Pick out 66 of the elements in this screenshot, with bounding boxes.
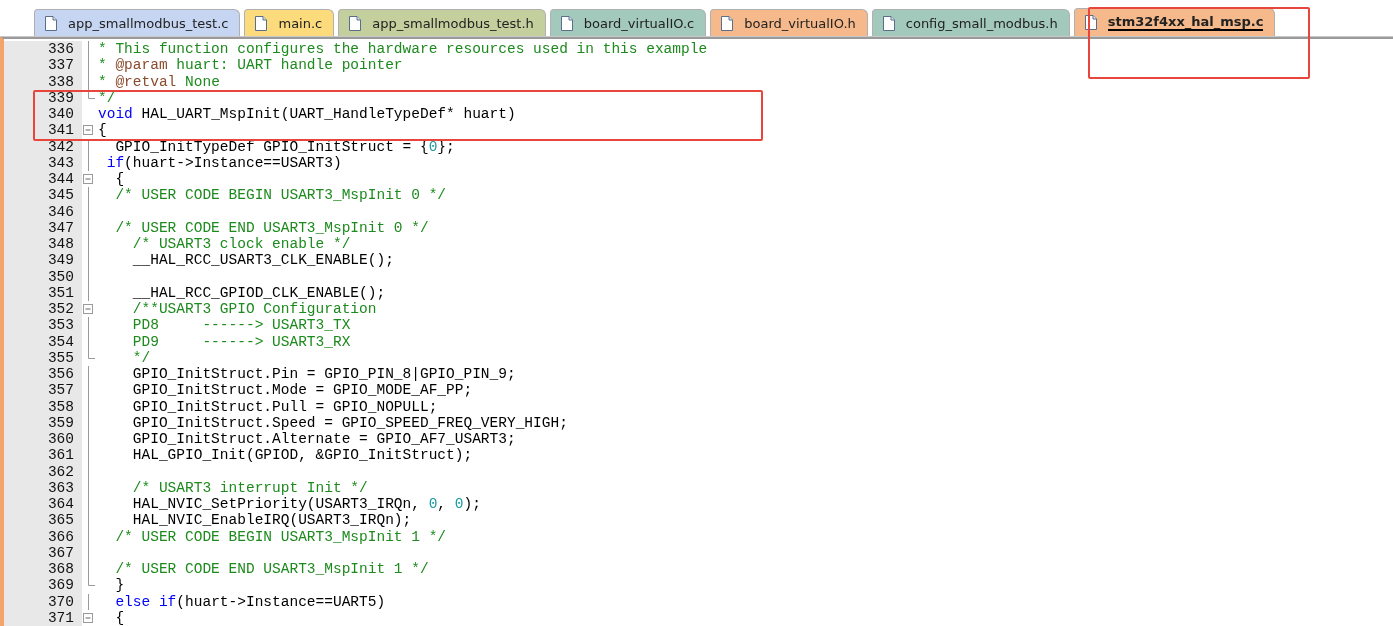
file-tab[interactable]: main.c xyxy=(244,9,335,36)
document-icon xyxy=(45,15,57,31)
document-icon xyxy=(560,15,573,31)
code-line: GPIO_InitStruct.Pin = GPIO_PIN_8|GPIO_PIN_9; xyxy=(131,366,516,383)
line-number: 352 xyxy=(4,301,82,318)
code-line: GPIO_InitStruct.Mode = GPIO_MODE_AF_PP; xyxy=(131,382,473,399)
line-number: 353 xyxy=(4,317,82,334)
document-icon xyxy=(349,15,362,31)
code-line: */ xyxy=(131,349,151,366)
code-line: { xyxy=(98,122,107,139)
code-line: { xyxy=(114,171,125,188)
line-number: 369 xyxy=(4,577,82,594)
file-tab[interactable]: app_smallmodbus_test.h xyxy=(338,9,546,36)
line-number: 364 xyxy=(4,496,82,513)
line-number: 348 xyxy=(4,236,82,253)
line-number: 357 xyxy=(4,382,82,399)
collapse-icon[interactable] xyxy=(83,304,93,314)
code-line: } xyxy=(114,577,125,594)
code-line: /* USART3 interrupt Init */ xyxy=(131,479,368,496)
file-tab[interactable]: board_virtualIO.c xyxy=(549,9,707,36)
code-line: * This function configures the hardware resources used in this example xyxy=(98,41,708,58)
collapse-icon[interactable] xyxy=(83,612,93,623)
line-number: 356 xyxy=(4,366,82,383)
code-line: /* USER CODE END USART3_MspInit 1 */ xyxy=(114,561,429,578)
document-icon xyxy=(1084,15,1097,30)
collapse-icon[interactable] xyxy=(83,174,93,184)
code-line: /* USER CODE BEGIN USART3_MspInit 1 */ xyxy=(114,528,447,545)
line-number: 368 xyxy=(4,561,82,578)
code-line: __HAL_RCC_USART3_CLK_ENABLE(); xyxy=(131,252,394,269)
code-line: __HAL_RCC_GPIOD_CLK_ENABLE(); xyxy=(131,284,386,301)
code-line: * @param huart: UART handle pointer xyxy=(98,57,403,74)
line-number: 345 xyxy=(4,187,82,204)
code-line: GPIO_InitStruct.Alternate = GPIO_AF7_USART3; xyxy=(131,431,516,448)
line-number: 340 xyxy=(4,106,82,123)
file-tab[interactable]: board_virtualIO.h xyxy=(710,9,868,36)
code-line: PD9 ------> USART3_RX xyxy=(131,333,351,350)
line-number: 344 xyxy=(4,171,82,188)
code-line: HAL_GPIO_Init(GPIOD, &GPIO_InitStruct); xyxy=(131,447,473,464)
line-number: 336 xyxy=(4,41,82,58)
code-line: HAL_NVIC_SetPriority(USART3_IRQn, 0, 0); xyxy=(131,496,481,513)
code-line: /**USART3 GPIO Configuration xyxy=(131,301,377,318)
code-line: HAL_NVIC_EnableIRQ(USART3_IRQn); xyxy=(131,512,412,529)
line-number: 341 xyxy=(4,122,82,139)
code-line: PD8 ------> USART3_TX xyxy=(131,317,351,334)
code-line: /* USER CODE BEGIN USART3_MspInit 0 */ xyxy=(114,187,447,204)
file-tab[interactable]: stm32f4xx_hal_msp.c xyxy=(1073,8,1276,36)
document-icon xyxy=(882,15,895,31)
document-icon xyxy=(255,15,268,31)
line-number: 349 xyxy=(4,252,82,269)
code-line: { xyxy=(114,609,125,626)
code-line: * @retval None xyxy=(98,73,220,90)
code-line: if(huart->Instance==USART3) xyxy=(105,154,342,171)
file-tab[interactable]: app_smallmodbus_test.c xyxy=(34,9,241,36)
line-number: 337 xyxy=(4,57,82,74)
code-line: GPIO_InitStruct.Speed = GPIO_SPEED_FREQ_VERY_HIGH; xyxy=(131,414,568,431)
code-line: else if(huart->Instance==UART5) xyxy=(114,593,386,610)
code-line: GPIO_InitStruct.Pull = GPIO_NOPULL; xyxy=(131,398,438,415)
code-line: void HAL_UART_MspInit(UART_HandleTypeDef* huart) xyxy=(98,106,516,123)
line-number: 365 xyxy=(4,512,82,529)
code-line: /* USART3 clock enable */ xyxy=(131,236,351,253)
line-number: 361 xyxy=(4,447,82,464)
document-icon xyxy=(721,15,734,31)
code-line: /* USER CODE END USART3_MspInit 0 */ xyxy=(114,219,429,236)
line-number: 360 xyxy=(4,431,82,448)
file-tab[interactable]: config_small_modbus.h xyxy=(871,9,1070,36)
collapse-icon[interactable] xyxy=(83,125,93,136)
